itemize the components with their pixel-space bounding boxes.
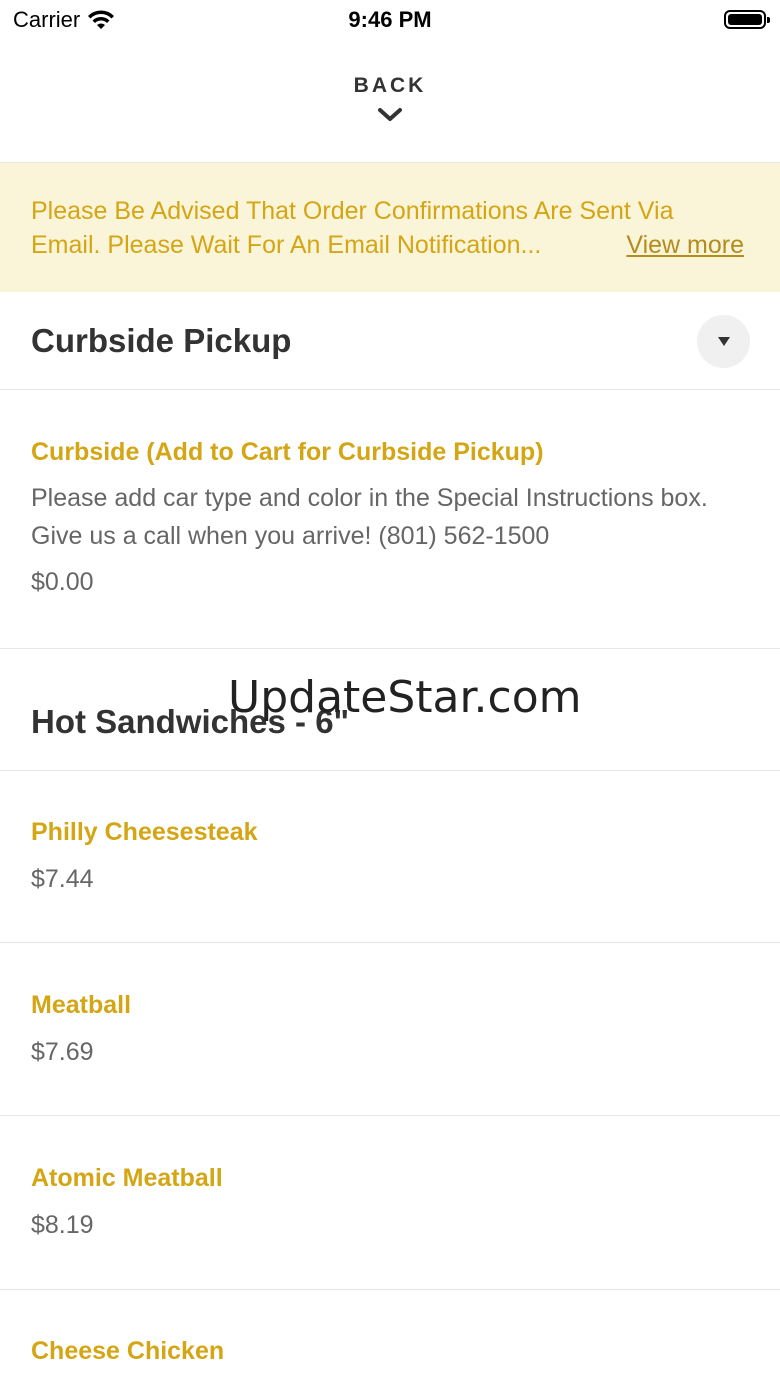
divider [0,389,780,390]
item-price: $8.19 [31,1211,94,1239]
divider [0,770,780,771]
item-name: Atomic Meatball [31,1164,223,1192]
chevron-down-icon [378,108,402,121]
section-title: Curbside Pickup [31,322,292,359]
divider [0,1289,780,1290]
item-name: Philly Cheesesteak [31,818,258,846]
item-price: $7.69 [31,1038,94,1066]
section-header-curbside[interactable]: Curbside Pickup [0,292,780,389]
back-label: BACK [353,74,427,97]
menu-item[interactable]: Atomic Meatball $8.19 [31,1164,751,1240]
clock: 9:46 PM [348,7,432,32]
menu-item[interactable]: Cheese Chicken [31,1337,751,1366]
notice-line-1: Please Be Advised That Order Confirmatio… [31,197,674,225]
back-button[interactable]: BACK [0,62,780,162]
item-name: Cheese Chicken [31,1337,225,1365]
battery-icon [724,10,770,29]
item-name: Meatball [31,991,132,1019]
notice-line-2-text: Email. Please Wait For An Email Notifica… [31,231,542,259]
watermark: UpdateStar.com [228,672,582,723]
divider [0,1115,780,1116]
notice-banner: Please Be Advised That Order Confirmatio… [0,163,780,292]
divider [0,942,780,943]
menu-item[interactable]: Meatball $7.69 [31,991,751,1067]
item-description: Please add car type and color in the Spe… [31,484,708,550]
menu-item[interactable]: Curbside (Add to Cart for Curbside Picku… [31,438,751,597]
item-name: Curbside (Add to Cart for Curbside Picku… [31,438,544,466]
status-bar: Carrier 9:46 PM [0,0,780,40]
item-price: $7.44 [31,865,94,893]
view-more-link[interactable]: View more [626,228,744,262]
item-price: $0.00 [31,568,94,596]
menu-item[interactable]: Philly Cheesesteak $7.44 [31,818,751,894]
caret-down-icon [717,337,730,346]
notice-line-2: Email. Please Wait For An Email Notifica… [31,228,744,262]
section-toggle-button[interactable] [697,315,750,368]
